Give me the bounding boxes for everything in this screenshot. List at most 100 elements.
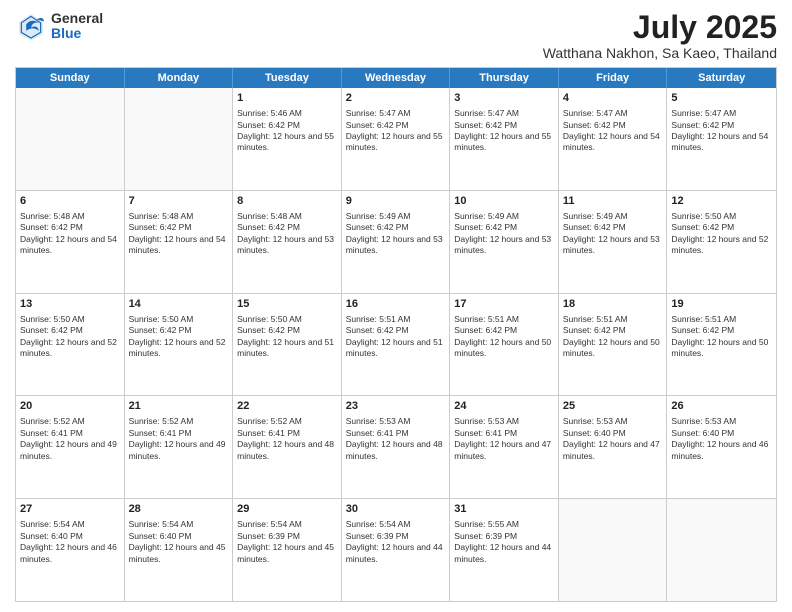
sunrise-text: Sunrise: 5:51 AM [563,314,663,325]
sunrise-text: Sunrise: 5:51 AM [346,314,446,325]
day-number: 8 [237,194,337,209]
sunset-text: Sunset: 6:42 PM [237,325,337,336]
title-block: July 2025 Watthana Nakhon, Sa Kaeo, Thai… [543,10,777,61]
daylight-text: Daylight: 12 hours and 52 minutes. [671,234,772,257]
sunrise-text: Sunrise: 5:51 AM [671,314,772,325]
calendar-body: 1Sunrise: 5:46 AMSunset: 6:42 PMDaylight… [16,88,776,601]
sunrise-text: Sunrise: 5:50 AM [20,314,120,325]
sunset-text: Sunset: 6:40 PM [671,428,772,439]
logo-text: General Blue [51,11,103,42]
calendar-cell: 4Sunrise: 5:47 AMSunset: 6:42 PMDaylight… [559,88,668,190]
daylight-text: Daylight: 12 hours and 54 minutes. [671,131,772,154]
sunrise-text: Sunrise: 5:52 AM [129,416,229,427]
calendar-cell: 1Sunrise: 5:46 AMSunset: 6:42 PMDaylight… [233,88,342,190]
sunset-text: Sunset: 6:42 PM [454,222,554,233]
day-number: 29 [237,502,337,517]
calendar-cell: 21Sunrise: 5:52 AMSunset: 6:41 PMDayligh… [125,396,234,498]
day-number: 19 [671,297,772,312]
day-number: 23 [346,399,446,414]
sunrise-text: Sunrise: 5:52 AM [20,416,120,427]
daylight-text: Daylight: 12 hours and 54 minutes. [563,131,663,154]
daylight-text: Daylight: 12 hours and 47 minutes. [563,439,663,462]
day-number: 1 [237,91,337,106]
header-saturday: Saturday [667,68,776,88]
calendar-cell: 5Sunrise: 5:47 AMSunset: 6:42 PMDaylight… [667,88,776,190]
calendar-cell [16,88,125,190]
day-number: 25 [563,399,663,414]
daylight-text: Daylight: 12 hours and 47 minutes. [454,439,554,462]
calendar-cell: 22Sunrise: 5:52 AMSunset: 6:41 PMDayligh… [233,396,342,498]
sunset-text: Sunset: 6:39 PM [346,531,446,542]
logo-general: General [51,11,103,26]
page: General Blue July 2025 Watthana Nakhon, … [0,0,792,612]
sunrise-text: Sunrise: 5:47 AM [563,108,663,119]
sunrise-text: Sunrise: 5:53 AM [346,416,446,427]
sunrise-text: Sunrise: 5:54 AM [237,519,337,530]
sunrise-text: Sunrise: 5:55 AM [454,519,554,530]
daylight-text: Daylight: 12 hours and 45 minutes. [237,542,337,565]
sunrise-text: Sunrise: 5:54 AM [129,519,229,530]
calendar-cell: 30 Sunrise: 5:54 AMSunset: 6:39 PMDayligh… [342,499,451,601]
daylight-text: Daylight: 12 hours and 55 minutes. [346,131,446,154]
calendar-cell: 2Sunrise: 5:47 AMSunset: 6:42 PMDaylight… [342,88,451,190]
sunrise-text: Sunrise: 5:47 AM [454,108,554,119]
daylight-text: Daylight: 12 hours and 52 minutes. [20,337,120,360]
calendar-cell: 18Sunrise: 5:51 AMSunset: 6:42 PMDayligh… [559,294,668,396]
day-number: 17 [454,297,554,312]
sunset-text: Sunset: 6:42 PM [563,325,663,336]
calendar-cell: 14Sunrise: 5:50 AMSunset: 6:42 PMDayligh… [125,294,234,396]
day-number: 11 [563,194,663,209]
calendar-cell: 9Sunrise: 5:49 AMSunset: 6:42 PMDaylight… [342,191,451,293]
sunrise-text: Sunrise: 5:49 AM [346,211,446,222]
sunrise-text: Sunrise: 5:54 AM [346,519,446,530]
page-subtitle: Watthana Nakhon, Sa Kaeo, Thailand [543,45,777,61]
daylight-text: Daylight: 12 hours and 51 minutes. [346,337,446,360]
daylight-text: Daylight: 12 hours and 49 minutes. [129,439,229,462]
day-number: 22 [237,399,337,414]
sunrise-text: Sunrise: 5:51 AM [454,314,554,325]
sunrise-text: Sunrise: 5:46 AM [237,108,337,119]
sunset-text: Sunset: 6:42 PM [346,325,446,336]
daylight-text: Daylight: 12 hours and 53 minutes. [346,234,446,257]
day-number: 3 [454,91,554,106]
sunrise-text: Sunrise: 5:53 AM [454,416,554,427]
logo-icon [15,10,47,42]
day-number: 30 [346,502,446,517]
sunset-text: Sunset: 6:40 PM [129,531,229,542]
daylight-text: Daylight: 12 hours and 44 minutes. [346,542,446,565]
calendar: Sunday Monday Tuesday Wednesday Thursday… [15,67,777,602]
day-number: 27 [20,502,120,517]
sunset-text: Sunset: 6:40 PM [20,531,120,542]
sunset-text: Sunset: 6:42 PM [237,222,337,233]
sunset-text: Sunset: 6:39 PM [454,531,554,542]
daylight-text: Daylight: 12 hours and 46 minutes. [671,439,772,462]
sunset-text: Sunset: 6:42 PM [129,222,229,233]
calendar-cell [559,499,668,601]
daylight-text: Daylight: 12 hours and 54 minutes. [20,234,120,257]
daylight-text: Daylight: 12 hours and 50 minutes. [563,337,663,360]
calendar-cell: 23Sunrise: 5:53 AMSunset: 6:41 PMDayligh… [342,396,451,498]
day-number: 12 [671,194,772,209]
calendar-cell: 20Sunrise: 5:52 AMSunset: 6:41 PMDayligh… [16,396,125,498]
daylight-text: Daylight: 12 hours and 48 minutes. [237,439,337,462]
daylight-text: Daylight: 12 hours and 55 minutes. [454,131,554,154]
sunset-text: Sunset: 6:42 PM [454,325,554,336]
calendar-cell [667,499,776,601]
daylight-text: Daylight: 12 hours and 50 minutes. [454,337,554,360]
day-number: 24 [454,399,554,414]
daylight-text: Daylight: 12 hours and 54 minutes. [129,234,229,257]
day-number: 14 [129,297,229,312]
day-number: 20 [20,399,120,414]
daylight-text: Daylight: 12 hours and 53 minutes. [237,234,337,257]
calendar-cell [125,88,234,190]
day-number: 31 [454,502,554,517]
sunrise-text: Sunrise: 5:53 AM [563,416,663,427]
daylight-text: Daylight: 12 hours and 45 minutes. [129,542,229,565]
sunrise-text: Sunrise: 5:49 AM [454,211,554,222]
day-number: 10 [454,194,554,209]
sunrise-text: Sunrise: 5:48 AM [129,211,229,222]
day-number: 6 [20,194,120,209]
sunrise-text: Sunrise: 5:52 AM [237,416,337,427]
sunrise-text: Sunrise: 5:50 AM [671,211,772,222]
sunrise-text: Sunrise: 5:49 AM [563,211,663,222]
